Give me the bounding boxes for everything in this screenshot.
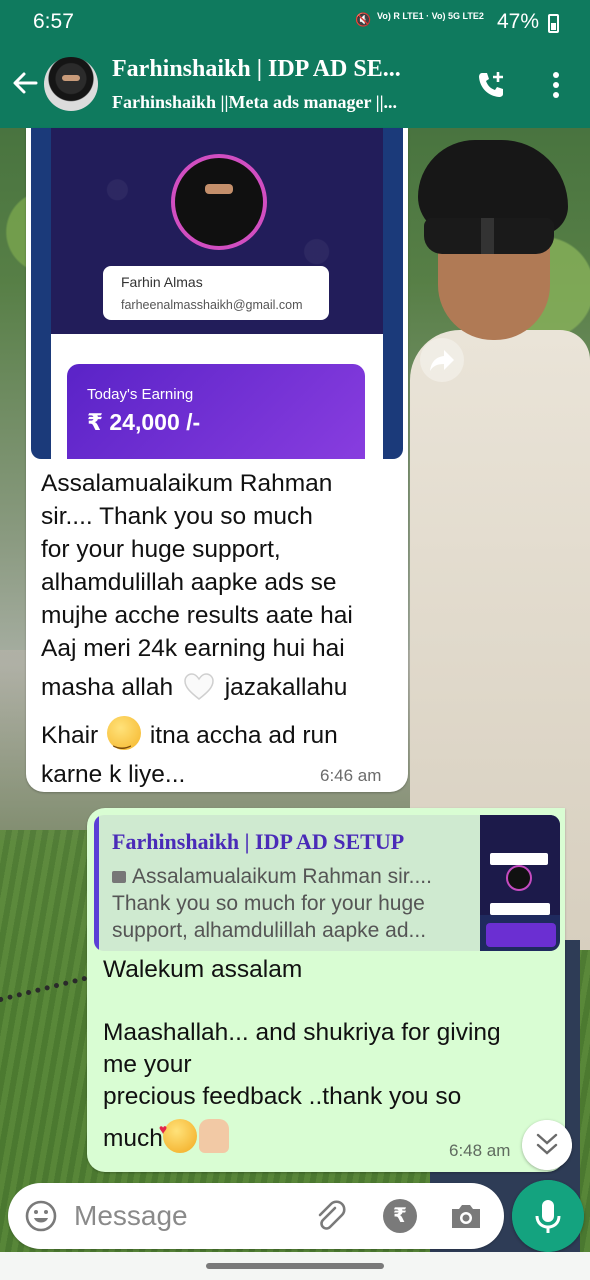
- message-line: mujhe acche results aate hai: [41, 602, 353, 629]
- message-timestamp: 6:48 am: [449, 1141, 511, 1160]
- status-time: 6:57: [33, 10, 74, 33]
- rupee-icon[interactable]: ₹: [383, 1199, 417, 1233]
- mute-icon: 🔇: [355, 12, 373, 27]
- chat-header: Farhinshaikh | IDP AD SE... Farhinshaikh…: [0, 46, 590, 128]
- smiling-face-emoji-icon: [107, 716, 142, 755]
- contact-name[interactable]: Farhinshaikh | IDP AD SE...: [112, 56, 452, 83]
- quoted-fragment: Assalamualaikum Rahman sir....: [132, 865, 432, 888]
- screenshot-earning-card: Today's Earning ₹ 24,000 /-: [67, 364, 365, 459]
- status-bar: 6:57 🔇 Vo) R LTE1 · Vo) 5G LTE2 47%: [0, 0, 590, 46]
- attach-icon[interactable]: [313, 1199, 347, 1233]
- screenshot-profile-email: farheenalmasshaikh@gmail.com: [121, 298, 303, 312]
- quoted-line: Thank you so much for your huge: [112, 892, 425, 915]
- quoted-text: Assalamualaikum Rahman sir.... Thank you…: [112, 863, 472, 944]
- message-line: sir.... Thank you so much: [41, 503, 313, 530]
- quoted-author: Farhinshaikh | IDP AD SETUP: [112, 829, 405, 854]
- quoted-message[interactable]: Farhinshaikh | IDP AD SETUP Assalamualai…: [94, 815, 560, 951]
- network-indicator: Vo) R LTE1 · Vo) 5G LTE2: [377, 11, 484, 21]
- message-fragment: much: [103, 1125, 163, 1152]
- quoted-line: support, alhamdulillah aapke ad...: [112, 919, 427, 942]
- message-composer: Message ₹: [8, 1183, 504, 1249]
- back-arrow-icon[interactable]: [10, 68, 40, 98]
- contact-avatar[interactable]: [44, 57, 98, 111]
- image-icon: [112, 871, 126, 883]
- incoming-image[interactable]: Farhin Almas farheenalmasshaikh@gmail.co…: [31, 128, 403, 459]
- message-fragment: masha allah: [41, 674, 174, 701]
- message-fragment: itna accha ad run: [149, 722, 338, 749]
- system-nav-bar: [0, 1252, 590, 1280]
- add-call-icon[interactable]: [474, 68, 508, 102]
- smiling-face-with-hearts-emoji-icon: [159, 1113, 197, 1153]
- incoming-message[interactable]: Farhin Almas farheenalmasshaikh@gmail.co…: [26, 128, 408, 792]
- screenshot-avatar: [171, 154, 267, 250]
- message-line: Assalamualaikum Rahman: [41, 470, 333, 497]
- screenshot-profile-name: Farhin Almas: [121, 274, 203, 290]
- white-heart-emoji-icon: [184, 673, 214, 700]
- message-line: Maashallah... and shukriya for giving: [103, 1019, 501, 1046]
- earning-value: ₹ 24,000 /-: [87, 409, 201, 435]
- scroll-down-icon[interactable]: [522, 1120, 572, 1170]
- message-line: Aaj meri 24k earning hui hai: [41, 635, 345, 662]
- quote-accent-bar: [94, 815, 99, 951]
- message-fragment: Khair: [41, 722, 99, 749]
- contact-subtitle[interactable]: Farhinshaikh ||Meta ads manager ||...: [112, 92, 452, 113]
- message-line: Khair itna accha ad run: [41, 716, 401, 755]
- message-input[interactable]: Message: [74, 1200, 188, 1232]
- message-line: for your huge support,: [41, 536, 281, 563]
- screenshot-profile-card: Farhin Almas farheenalmasshaikh@gmail.co…: [103, 266, 329, 320]
- thumbs-up-emoji-icon: [198, 1119, 229, 1153]
- network-line-1: Vo) R LTE1: [377, 11, 424, 21]
- message-line: Walekum assalam: [103, 956, 303, 983]
- message-gap: [103, 986, 553, 1017]
- mic-icon[interactable]: [512, 1180, 584, 1252]
- incoming-message-text: Assalamualaikum Rahman sir.... Thank you…: [41, 467, 401, 791]
- earning-title: Today's Earning: [87, 386, 194, 403]
- forward-icon[interactable]: [420, 338, 464, 382]
- outgoing-message-text: Walekum assalam Maashallah... and shukri…: [103, 954, 553, 1155]
- home-gesture-handle[interactable]: [206, 1263, 384, 1269]
- battery-percent: 47%: [497, 10, 540, 33]
- quoted-image-thumbnail: [480, 815, 560, 951]
- screenshot-image: Farhin Almas farheenalmasshaikh@gmail.co…: [51, 128, 383, 459]
- message-timestamp: 6:46 am: [320, 766, 382, 785]
- message-line: me your: [103, 1051, 192, 1078]
- battery-icon: [548, 14, 559, 33]
- network-line-2: Vo) 5G LTE2: [431, 11, 484, 21]
- message-fragment: jazakallahu: [224, 674, 348, 701]
- quoted-line: Assalamualaikum Rahman sir....: [112, 863, 472, 890]
- emoji-icon[interactable]: [24, 1199, 58, 1233]
- message-line: masha allah jazakallahu: [41, 671, 401, 704]
- camera-icon[interactable]: [448, 1199, 484, 1233]
- outgoing-message[interactable]: Farhinshaikh | IDP AD SETUP Assalamualai…: [87, 808, 565, 1172]
- message-line: alhamdulillah aapke ads se: [41, 569, 337, 596]
- more-options-icon[interactable]: [544, 68, 568, 102]
- message-line: precious feedback ..thank you so: [103, 1083, 462, 1110]
